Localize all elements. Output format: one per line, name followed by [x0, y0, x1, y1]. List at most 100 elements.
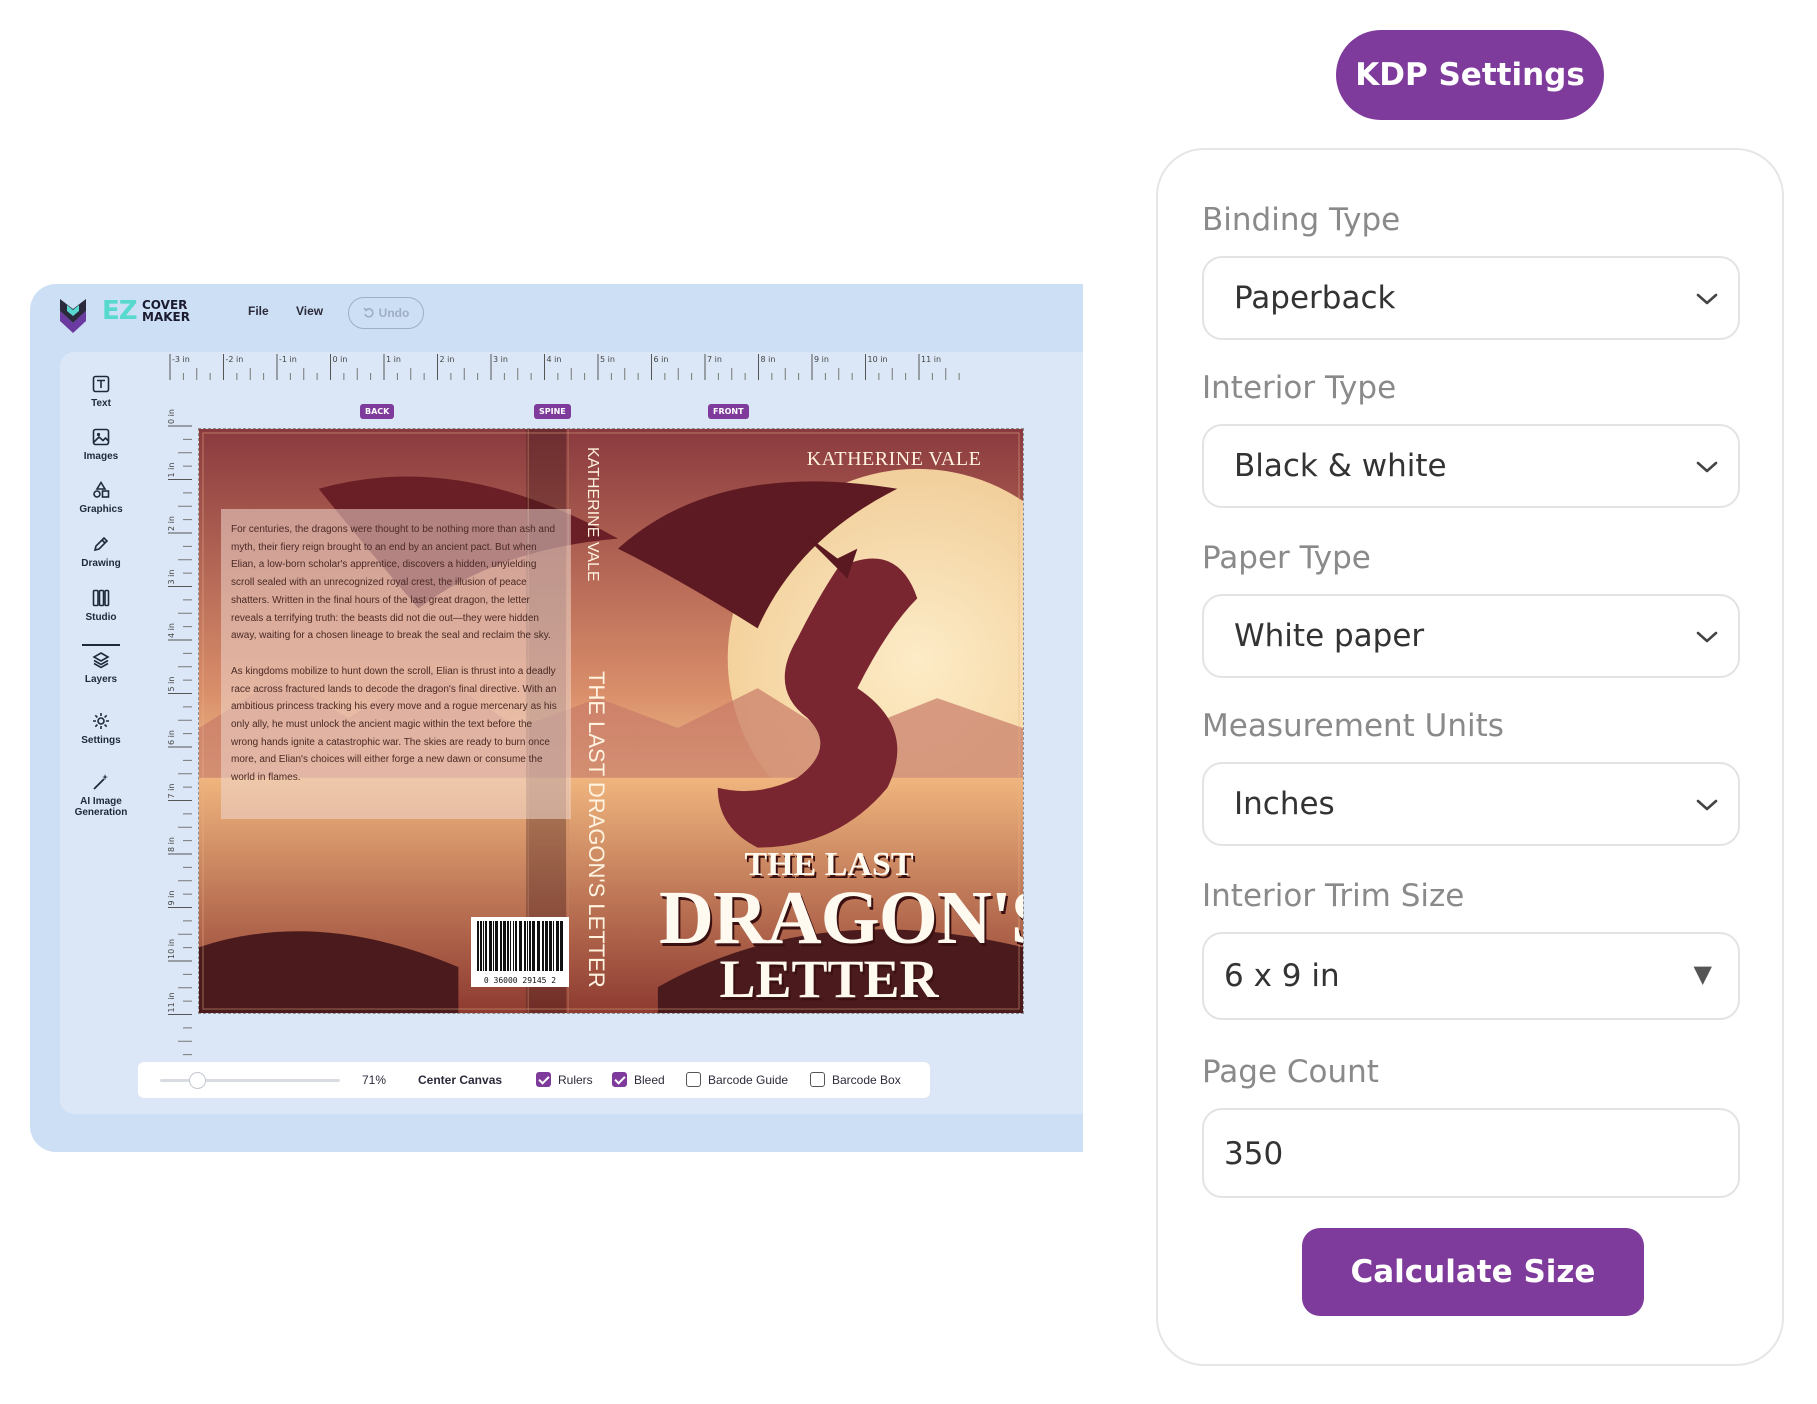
page-count-value: 350: [1224, 1136, 1284, 1172]
chevron-down-icon: [1696, 461, 1718, 473]
canvas-bottom-toolbar: 71% Center Canvas Rulers Bleed Barcode G…: [138, 1062, 930, 1098]
ruler-label: 0 in: [333, 355, 348, 364]
blurb-paragraph-2: As kingdoms mobilize to hunt down the sc…: [231, 665, 557, 784]
tool-settings[interactable]: Settings: [60, 711, 142, 746]
tool-studio[interactable]: Studio: [60, 588, 142, 623]
zoom-slider-thumb[interactable]: [188, 1072, 206, 1089]
studio-icon: [92, 589, 110, 607]
chevron-down-icon: [1696, 799, 1718, 811]
tool-label: AI Image: [80, 796, 122, 807]
ruler-label: 10 in: [868, 355, 888, 364]
tool-layers[interactable]: Layers: [60, 650, 142, 685]
ruler-label: 4 in: [167, 623, 176, 638]
ruler-label: -1 in: [279, 355, 297, 364]
kdp-settings-panel: Binding Type Paperback Interior Type Bla…: [1156, 148, 1784, 1366]
zoom-slider-track[interactable]: [160, 1079, 340, 1082]
spine-marker: SPINE: [534, 404, 571, 419]
interior-type-select[interactable]: Black & white: [1202, 424, 1740, 508]
back-marker: BACK: [360, 404, 395, 419]
ruler-label: 5 in: [167, 677, 176, 692]
tool-drawing[interactable]: Drawing: [60, 534, 142, 569]
bleed-label: Bleed: [634, 1073, 665, 1087]
ruler-label: 1 in: [386, 355, 401, 364]
undo-button[interactable]: Undo: [348, 297, 424, 329]
page-count-input[interactable]: 350: [1202, 1108, 1740, 1198]
triangle-down-icon: ▼: [1693, 960, 1712, 988]
barcode-bar: [532, 921, 535, 971]
interior-type-value: Black & white: [1234, 448, 1447, 484]
tool-ai-image-generation[interactable]: AI Image Generation: [60, 772, 142, 818]
barcode-number: 0 36000 29145 2: [483, 976, 557, 985]
paper-type-value: White paper: [1234, 618, 1425, 654]
front-marker: FRONT: [708, 404, 749, 419]
logo-ez-text: EZ: [102, 296, 138, 326]
ruler-label: 10 in: [167, 939, 176, 959]
cover-title[interactable]: THE LAST DRAGON'S LETTER: [659, 847, 1023, 1007]
barcode-bar: [485, 921, 487, 971]
rulers-label: Rulers: [558, 1073, 593, 1087]
binding-type-select[interactable]: Paperback: [1202, 256, 1740, 340]
editor-topbar: EZ COVER MAKER File View Undo: [30, 284, 1083, 352]
barcode-bar: [519, 921, 522, 971]
barcode-bar: [524, 921, 526, 971]
logo-wordmark: COVER MAKER: [142, 299, 190, 323]
measurement-units-label: Measurement Units: [1202, 708, 1504, 744]
kdp-settings-title: KDP Settings: [1336, 30, 1604, 120]
ruler-label: 11 in: [921, 355, 941, 364]
tool-images[interactable]: Images: [60, 427, 142, 462]
trim-size-label: Interior Trim Size: [1202, 878, 1465, 914]
tool-graphics[interactable]: Graphics: [60, 480, 142, 515]
back-cover-blurb[interactable]: For centuries, the dragons were thought …: [221, 509, 571, 819]
measurement-units-value: Inches: [1234, 786, 1335, 822]
barcode-bar: [483, 921, 484, 971]
bleed-checkbox[interactable]: [612, 1072, 627, 1087]
ruler-label: 8 in: [761, 355, 776, 364]
calculate-size-button[interactable]: Calculate Size: [1302, 1228, 1644, 1316]
shapes-icon: [93, 480, 110, 498]
barcode-bar: [515, 921, 517, 971]
binding-type-value: Paperback: [1234, 280, 1396, 316]
gear-icon: [93, 713, 109, 729]
measurement-units-select[interactable]: Inches: [1202, 762, 1740, 846]
book-cover[interactable]: For centuries, the dragons were thought …: [198, 428, 1024, 1014]
rulers-checkbox[interactable]: [536, 1072, 551, 1087]
magic-wand-icon: [93, 774, 108, 790]
barcode-box-checkbox[interactable]: [810, 1072, 825, 1087]
center-canvas-button[interactable]: Center Canvas: [418, 1073, 502, 1087]
barcode-bar: [549, 921, 552, 971]
trim-size-select[interactable]: 6 x 9 in ▼: [1202, 932, 1740, 1020]
barcode-bar: [537, 921, 540, 971]
barcode-bar: [507, 921, 509, 971]
menu-view[interactable]: View: [296, 304, 323, 318]
logo-line-2: MAKER: [142, 310, 190, 324]
menu-file[interactable]: File: [248, 304, 269, 318]
spine-title[interactable]: THE LAST DRAGON'S LETTER: [583, 671, 609, 1001]
tool-label: Graphics: [79, 504, 123, 515]
spine-author[interactable]: KATHERINE VALE: [575, 447, 601, 587]
ruler-label: 6 in: [167, 730, 176, 745]
ruler-label: -2 in: [226, 355, 244, 364]
barcode-box-label: Barcode Box: [832, 1073, 901, 1087]
paper-type-label: Paper Type: [1202, 540, 1371, 576]
ruler-label: 9 in: [814, 355, 829, 364]
cover-author[interactable]: KATHERINE VALE: [739, 448, 1023, 471]
tool-text[interactable]: Text: [60, 374, 142, 409]
horizontal-ruler: -3 in -2 in -1 in 0 in 1 in 2 in 3 in 4 in 5 in 6…: [169, 354, 960, 380]
vertical-ruler: 0 in 1 in 2 in 3 in 4 in 5 in 6 in 7 in 8 in 9 in…: [167, 409, 192, 1056]
barcode-guide-checkbox[interactable]: [686, 1072, 701, 1087]
page-count-label: Page Count: [1202, 1054, 1379, 1090]
zoom-value: 71%: [362, 1073, 387, 1087]
tool-label: Drawing: [81, 558, 121, 569]
barcode-bar: [480, 921, 482, 971]
paper-type-select[interactable]: White paper: [1202, 594, 1740, 678]
tool-label: Images: [83, 451, 119, 462]
barcode[interactable]: 0 36000 29145 2: [471, 917, 569, 987]
interior-type-label: Interior Type: [1202, 370, 1397, 406]
ruler-label: 9 in: [167, 891, 176, 906]
barcode-bar: [542, 921, 544, 971]
barcode-bar: [489, 921, 492, 971]
barcode-bar: [477, 921, 479, 971]
barcode-bar: [503, 921, 506, 971]
text-icon: [92, 375, 110, 393]
ruler-label: 2 in: [440, 355, 455, 364]
